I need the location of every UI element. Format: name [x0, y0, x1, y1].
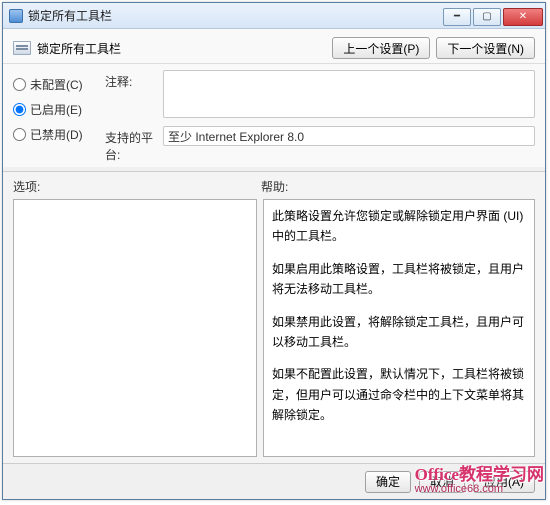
prev-setting-button[interactable]: 上一个设置(P) [332, 37, 430, 59]
maximize-button[interactable]: ▢ [473, 8, 501, 26]
radio-not-configured[interactable]: 未配置(C) [13, 76, 95, 93]
radio-not-configured-input[interactable] [13, 78, 26, 91]
help-pane: 此策略设置允许您锁定或解除锁定用户界面 (UI) 中的工具栏。 如果启用此策略设… [263, 199, 535, 457]
close-button[interactable]: ✕ [503, 8, 543, 26]
radio-not-configured-label: 未配置(C) [30, 76, 83, 93]
config-area: 未配置(C) 已启用(E) 已禁用(D) 注释: 支持的平台: 至少 Inter… [3, 64, 545, 167]
ok-button[interactable]: 确定 [365, 471, 411, 493]
radio-disabled-input[interactable] [13, 128, 26, 141]
body-area: 选项: 帮助: 此策略设置允许您锁定或解除锁定用户界面 (UI) 中的工具栏。 … [3, 172, 545, 463]
radio-disabled-label: 已禁用(D) [30, 126, 83, 143]
help-paragraph-3: 如果禁用此设置，将解除锁定工具栏，且用户可以移动工具栏。 [272, 312, 526, 353]
platform-label: 支持的平台: [105, 126, 163, 163]
cancel-button[interactable]: 取消 [419, 471, 465, 493]
help-label: 帮助: [261, 178, 288, 195]
comment-label: 注释: [105, 70, 163, 90]
comment-textbox[interactable] [163, 70, 535, 118]
help-paragraph-4: 如果不配置此设置，默认情况下，工具栏将被锁定，但用户可以通过命令栏中的上下文菜单… [272, 364, 526, 425]
radio-enabled-label: 已启用(E) [30, 101, 82, 118]
apply-button[interactable]: 应用(A) [473, 471, 535, 493]
options-label: 选项: [13, 178, 261, 195]
platform-textbox: 至少 Internet Explorer 8.0 [163, 126, 535, 146]
help-paragraph-1: 此策略设置允许您锁定或解除锁定用户界面 (UI) 中的工具栏。 [272, 206, 526, 247]
options-pane[interactable] [13, 199, 257, 457]
window-icon [9, 9, 23, 23]
radio-enabled-input[interactable] [13, 103, 26, 116]
state-radio-group: 未配置(C) 已启用(E) 已禁用(D) [13, 70, 95, 163]
titlebar: 锁定所有工具栏 ━ ▢ ✕ [3, 3, 545, 29]
dialog-window: 锁定所有工具栏 ━ ▢ ✕ 锁定所有工具栏 上一个设置(P) 下一个设置(N) … [2, 2, 546, 500]
header-row: 锁定所有工具栏 上一个设置(P) 下一个设置(N) [3, 29, 545, 64]
footer: 确定 取消 应用(A) [3, 463, 545, 499]
window-title: 锁定所有工具栏 [28, 7, 112, 24]
help-paragraph-2: 如果启用此策略设置，工具栏将被锁定，且用户将无法移动工具栏。 [272, 259, 526, 300]
minimize-button[interactable]: ━ [443, 8, 471, 26]
policy-icon [13, 41, 31, 55]
policy-title: 锁定所有工具栏 [37, 40, 121, 57]
next-setting-button[interactable]: 下一个设置(N) [436, 37, 535, 59]
platform-value: 至少 Internet Explorer 8.0 [168, 128, 304, 145]
radio-disabled[interactable]: 已禁用(D) [13, 126, 95, 143]
window-controls: ━ ▢ ✕ [443, 6, 545, 26]
radio-enabled[interactable]: 已启用(E) [13, 101, 95, 118]
